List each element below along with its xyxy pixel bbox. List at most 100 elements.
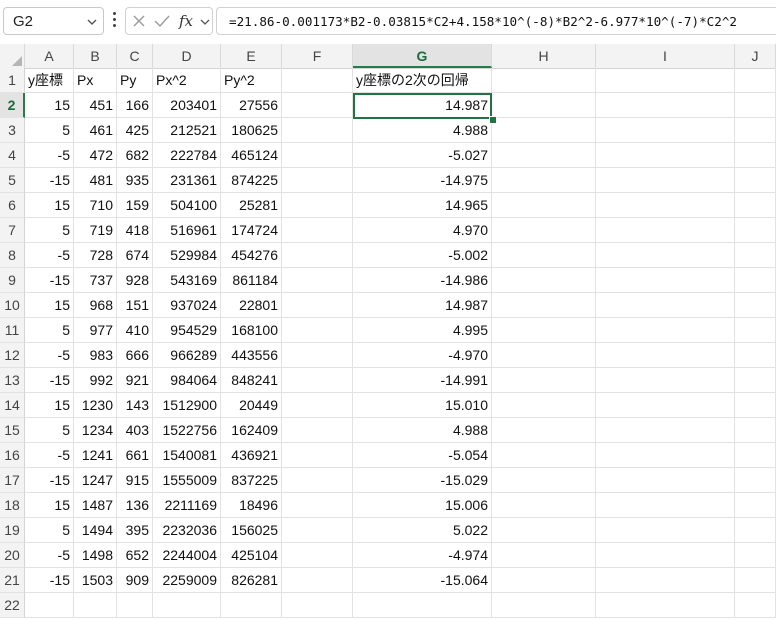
- cell-f11[interactable]: [282, 318, 353, 343]
- cell-j20[interactable]: [735, 543, 776, 568]
- cell-b3[interactable]: 461: [74, 118, 117, 143]
- row-header-17[interactable]: 17: [0, 468, 25, 493]
- cell-c4[interactable]: 682: [117, 143, 153, 168]
- cell-h21[interactable]: [492, 568, 596, 593]
- cell-e4[interactable]: 465124: [221, 143, 282, 168]
- cell-e14[interactable]: 20449: [221, 393, 282, 418]
- cell-e12[interactable]: 443556: [221, 343, 282, 368]
- cell-b12[interactable]: 983: [74, 343, 117, 368]
- cell-c10[interactable]: 151: [117, 293, 153, 318]
- row-header-3[interactable]: 3: [0, 118, 25, 143]
- cell-h3[interactable]: [492, 118, 596, 143]
- cell-g2[interactable]: 14.987: [353, 93, 492, 118]
- cell-i22[interactable]: [596, 593, 735, 618]
- cell-i16[interactable]: [596, 443, 735, 468]
- cell-d14[interactable]: 1512900: [153, 393, 221, 418]
- cell-f20[interactable]: [282, 543, 353, 568]
- column-header-c[interactable]: C: [117, 44, 153, 68]
- cell-h1[interactable]: [492, 68, 596, 93]
- cell-f18[interactable]: [282, 493, 353, 518]
- row-header-7[interactable]: 7: [0, 218, 25, 243]
- chevron-down-icon[interactable]: [200, 17, 210, 27]
- more-options-icon[interactable]: [112, 12, 118, 32]
- cell-g20[interactable]: -4.974: [353, 543, 492, 568]
- cell-g22[interactable]: [353, 593, 492, 618]
- cell-c13[interactable]: 921: [117, 368, 153, 393]
- cell-j4[interactable]: [735, 143, 776, 168]
- column-header-g[interactable]: G: [353, 44, 492, 68]
- cell-j7[interactable]: [735, 218, 776, 243]
- row-header-4[interactable]: 4: [0, 143, 25, 168]
- row-header-18[interactable]: 18: [0, 493, 25, 518]
- cell-i18[interactable]: [596, 493, 735, 518]
- cell-j18[interactable]: [735, 493, 776, 518]
- cell-a14[interactable]: 15: [25, 393, 74, 418]
- cell-f16[interactable]: [282, 443, 353, 468]
- column-header-f[interactable]: F: [282, 44, 353, 68]
- cell-a19[interactable]: 5: [25, 518, 74, 543]
- row-header-15[interactable]: 15: [0, 418, 25, 443]
- cell-e11[interactable]: 168100: [221, 318, 282, 343]
- cell-c20[interactable]: 652: [117, 543, 153, 568]
- cell-i21[interactable]: [596, 568, 735, 593]
- row-header-8[interactable]: 8: [0, 243, 25, 268]
- column-header-b[interactable]: B: [74, 44, 117, 68]
- cell-g4[interactable]: -5.027: [353, 143, 492, 168]
- cell-b14[interactable]: 1230: [74, 393, 117, 418]
- cell-f2[interactable]: [282, 93, 353, 118]
- cell-a16[interactable]: -5: [25, 443, 74, 468]
- cell-j13[interactable]: [735, 368, 776, 393]
- cell-b4[interactable]: 472: [74, 143, 117, 168]
- cell-c14[interactable]: 143: [117, 393, 153, 418]
- row-header-10[interactable]: 10: [0, 293, 25, 318]
- cell-a11[interactable]: 5: [25, 318, 74, 343]
- cell-f22[interactable]: [282, 593, 353, 618]
- cell-a5[interactable]: -15: [25, 168, 74, 193]
- cell-j6[interactable]: [735, 193, 776, 218]
- cell-e7[interactable]: 174724: [221, 218, 282, 243]
- cell-a1[interactable]: y座標: [25, 68, 74, 93]
- column-header-d[interactable]: D: [153, 44, 221, 68]
- cell-f3[interactable]: [282, 118, 353, 143]
- cell-f4[interactable]: [282, 143, 353, 168]
- cell-h10[interactable]: [492, 293, 596, 318]
- cell-h4[interactable]: [492, 143, 596, 168]
- cell-c9[interactable]: 928: [117, 268, 153, 293]
- cell-a13[interactable]: -15: [25, 368, 74, 393]
- cell-f19[interactable]: [282, 518, 353, 543]
- cell-a22[interactable]: [25, 593, 74, 618]
- cell-d7[interactable]: 516961: [153, 218, 221, 243]
- cell-e18[interactable]: 18496: [221, 493, 282, 518]
- cell-f9[interactable]: [282, 268, 353, 293]
- cell-c7[interactable]: 418: [117, 218, 153, 243]
- cell-j15[interactable]: [735, 418, 776, 443]
- cell-d11[interactable]: 954529: [153, 318, 221, 343]
- cell-b19[interactable]: 1494: [74, 518, 117, 543]
- cell-h20[interactable]: [492, 543, 596, 568]
- cell-e16[interactable]: 436921: [221, 443, 282, 468]
- cell-c11[interactable]: 410: [117, 318, 153, 343]
- row-header-1[interactable]: 1: [0, 68, 25, 93]
- cell-f12[interactable]: [282, 343, 353, 368]
- cell-d2[interactable]: 203401: [153, 93, 221, 118]
- cell-g5[interactable]: -14.975: [353, 168, 492, 193]
- select-all-corner[interactable]: [0, 44, 25, 68]
- column-header-h[interactable]: H: [492, 44, 596, 68]
- cancel-icon[interactable]: [132, 14, 146, 28]
- cell-h6[interactable]: [492, 193, 596, 218]
- cell-j12[interactable]: [735, 343, 776, 368]
- cell-c8[interactable]: 674: [117, 243, 153, 268]
- cell-g8[interactable]: -5.002: [353, 243, 492, 268]
- cell-g15[interactable]: 4.988: [353, 418, 492, 443]
- cell-d22[interactable]: [153, 593, 221, 618]
- cell-f8[interactable]: [282, 243, 353, 268]
- column-header-i[interactable]: I: [596, 44, 735, 68]
- column-header-e[interactable]: E: [221, 44, 282, 68]
- cell-f15[interactable]: [282, 418, 353, 443]
- cell-j11[interactable]: [735, 318, 776, 343]
- cell-j3[interactable]: [735, 118, 776, 143]
- cell-a2[interactable]: 15: [25, 93, 74, 118]
- cell-b8[interactable]: 728: [74, 243, 117, 268]
- row-header-11[interactable]: 11: [0, 318, 25, 343]
- cell-j19[interactable]: [735, 518, 776, 543]
